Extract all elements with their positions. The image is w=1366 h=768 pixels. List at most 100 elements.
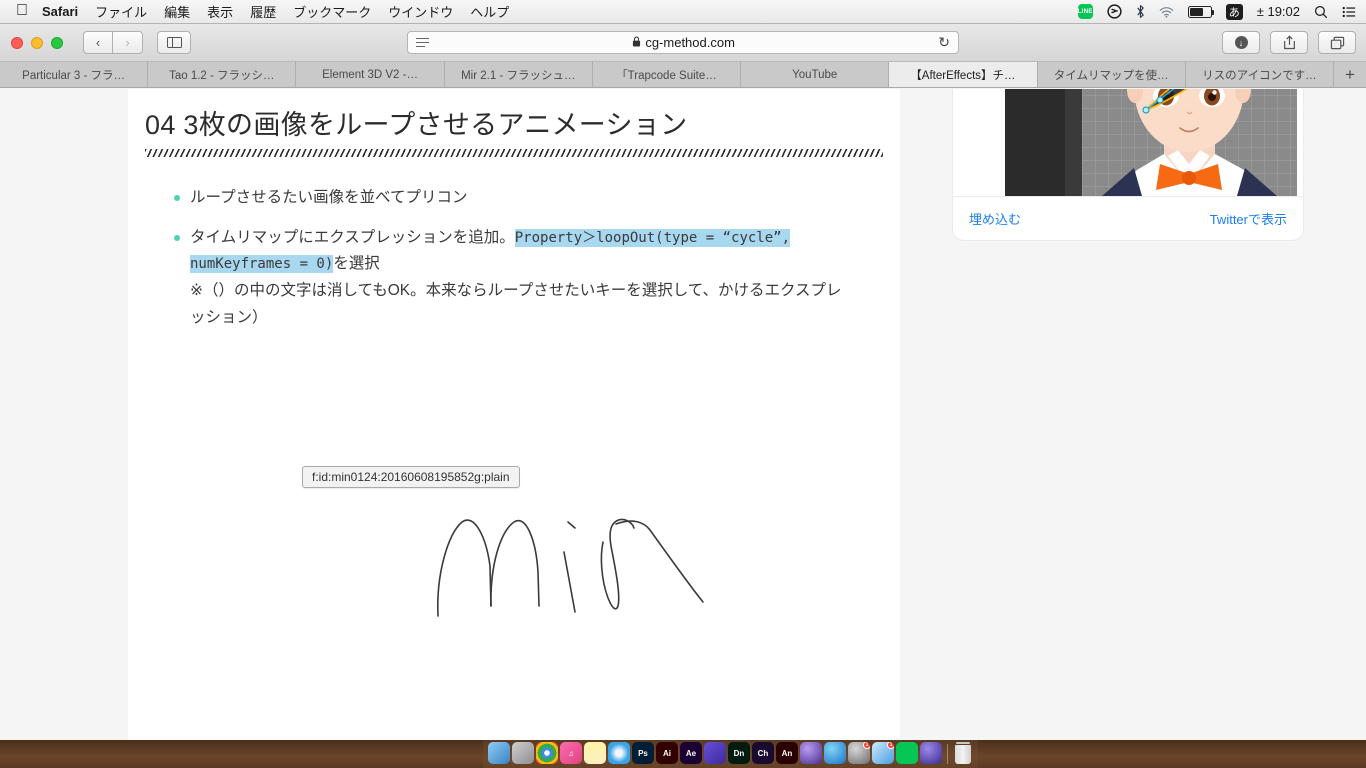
safari-window: ‹ › cg-method.com ↻ ↓ Particular 3 - フラ…… <box>0 24 1366 740</box>
dock: ♫ Ps Ai Ae Dn Ch An 1 1 <box>483 740 978 768</box>
twitter-card-image[interactable]: 試験的な、 独自的に描画した、中身的な。 毛束の 形状をより細 かく調整できる <box>953 89 1303 196</box>
downloads-button[interactable]: ↓ <box>1222 31 1260 54</box>
dock-item-label: Ps <box>638 748 648 758</box>
editor-left-panel <box>1005 89 1065 196</box>
address-bar-url-wrap: cg-method.com <box>429 35 938 50</box>
bluetooth-status-icon[interactable] <box>1136 4 1145 19</box>
menu-item-bookmarks[interactable]: ブックマーク <box>293 2 371 21</box>
twitter-embed-card: 試験的な、 独自的に描画した、中身的な。 毛束の 形状をより細 かく調整できる … <box>952 89 1304 241</box>
list-item-note: ※（）の中の文字は消してもOK。本来ならループさせたいキーを選択して、かけるエク… <box>190 281 842 326</box>
dock-item-finder[interactable] <box>488 742 510 764</box>
dock-item-illustrator[interactable]: Ai <box>656 742 678 764</box>
dock-item-premiere-alt[interactable] <box>704 742 726 764</box>
embed-link[interactable]: 埋め込む <box>969 209 1021 228</box>
apple-logo-icon[interactable]:  <box>16 2 28 19</box>
menu-item-safari[interactable]: Safari <box>42 4 78 19</box>
dock-item-label: ♫ <box>568 748 574 758</box>
reload-button[interactable]: ↻ <box>938 34 950 51</box>
section-heading-04: 04 3枚の画像をループさせるアニメーション <box>145 110 688 140</box>
menu-item-history[interactable]: 履歴 <box>250 2 276 21</box>
browser-tab[interactable]: Mir 2.1 - フラッシュ… <box>444 62 593 87</box>
dock-item-app-gray-orb[interactable]: 1 <box>848 742 870 764</box>
browser-tab[interactable]: Element 3D V2 -… <box>296 62 445 87</box>
window-traffic-lights <box>11 36 71 49</box>
menu-item-window[interactable]: ウインドウ <box>388 2 453 21</box>
sidebar-toggle-button[interactable] <box>157 31 191 54</box>
editor-canvas: 試験的な、 独自的に描画した、中身的な。 毛束の 形状をより細 かく調整できる <box>1082 89 1297 196</box>
twitter-card-footer: 埋め込む Twitterで表示 <box>953 196 1303 240</box>
wifi-status-icon[interactable] <box>1159 6 1174 18</box>
line-status-icon[interactable]: LINE <box>1077 4 1093 19</box>
dock-item-chrome[interactable] <box>536 742 558 764</box>
control-center-icon[interactable] <box>1342 6 1356 18</box>
minimize-window-button[interactable] <box>31 36 43 49</box>
dock-item-app-photo-blue[interactable]: 1 <box>872 742 894 764</box>
trash-can[interactable] <box>955 742 971 764</box>
dock-item-animate[interactable]: An <box>776 742 798 764</box>
list-item-text: タイムリマップにエクスプレッションを追加。 <box>190 228 515 246</box>
dock-item-launchpad[interactable] <box>512 742 534 764</box>
dock-item-app-blue-orb[interactable] <box>824 742 846 764</box>
browser-tab[interactable]: YouTube <box>741 62 890 87</box>
dock-item-line-app[interactable] <box>896 742 918 764</box>
back-button[interactable]: ‹ <box>83 31 113 54</box>
address-bar[interactable]: cg-method.com ↻ <box>407 31 959 54</box>
menu-item-edit[interactable]: 編集 <box>164 2 190 21</box>
reader-view-icon[interactable] <box>416 37 429 49</box>
browser-tab[interactable]: Tao 1.2 - フラッシ… <box>148 62 297 87</box>
article-column: 04 3枚の画像をループさせるアニメーション ループさせるたい画像を並べてプリコ… <box>128 89 900 740</box>
broken-image-alt-text: f:id:min0124:20160608195852g:plain <box>302 466 520 488</box>
battery-status-icon[interactable] <box>1187 5 1215 18</box>
browser-tab-active[interactable]: 【AfterEffects】チ… <box>889 62 1038 87</box>
dock-item-photoshop[interactable]: Ps <box>632 742 654 764</box>
browser-tab[interactable]: Particular 3 - フラ… <box>0 62 149 87</box>
creative-cloud-status-icon[interactable] <box>1107 4 1122 19</box>
menu-bar:  Safari ファイル 編集 表示 履歴 ブックマーク ウインドウ ヘルプ … <box>0 0 1366 24</box>
maximize-window-button[interactable] <box>51 36 63 49</box>
dock-item-app-violet-orb[interactable] <box>920 742 942 764</box>
menu-bar-status-area: LINE あ ± 19:02 <box>1064 3 1356 20</box>
sidebar-column: 試験的な、 独自的に描画した、中身的な。 毛束の 形状をより細 かく調整できる … <box>900 89 1366 740</box>
share-button[interactable] <box>1270 31 1308 54</box>
view-on-twitter-link[interactable]: Twitterで表示 <box>1210 209 1287 228</box>
menu-item-view[interactable]: 表示 <box>207 2 233 21</box>
dock-item-label: Ai <box>663 748 671 758</box>
menu-bar-clock[interactable]: ± 19:02 <box>1257 4 1300 19</box>
anime-character-illustration <box>1102 89 1277 196</box>
dock-item-safari[interactable] <box>608 742 630 764</box>
instruction-list: ループさせるたい画像を並べてプリコン タイムリマップにエクスプレッションを追加。… <box>174 185 854 331</box>
input-method-indicator[interactable]: あ <box>1225 3 1243 20</box>
tab-overview-button[interactable] <box>1318 31 1356 54</box>
browser-tab[interactable]: タイムリマップを使… <box>1037 62 1186 87</box>
handwritten-min-signature <box>436 518 704 617</box>
dock-item-app-purple-orb[interactable] <box>800 742 822 764</box>
dock-item-dimension[interactable]: Dn <box>728 742 750 764</box>
spotlight-search-icon[interactable] <box>1314 5 1328 19</box>
dock-item-label: Dn <box>733 748 745 758</box>
dock-item-character-animator[interactable]: Ch <box>752 742 774 764</box>
dock-item-after-effects[interactable]: Ae <box>680 742 702 764</box>
dock-separator <box>947 744 948 764</box>
address-bar-text[interactable]: cg-method.com <box>645 35 735 50</box>
sidebar-toggle-icon <box>166 37 182 48</box>
new-tab-button[interactable]: + <box>1333 62 1366 87</box>
menu-item-help[interactable]: ヘルプ <box>470 2 509 21</box>
heading-hatched-divider <box>145 148 883 157</box>
dock-item-notes[interactable] <box>584 742 606 764</box>
dock-badge: 1 <box>863 742 870 749</box>
web-page-viewport: 04 3枚の画像をループさせるアニメーション ループさせるたい画像を並べてプリコ… <box>0 89 1366 740</box>
hair-editor-screenshot: 試験的な、 独自的に描画した、中身的な。 毛束の 形状をより細 かく調整できる <box>1005 89 1297 196</box>
menu-item-file[interactable]: ファイル <box>95 2 147 21</box>
share-icon <box>1283 35 1295 50</box>
browser-tab[interactable]: 「Trapcode Suite… <box>592 62 742 87</box>
dock-item-itunes[interactable]: ♫ <box>560 742 582 764</box>
browser-tab[interactable]: リスのアイコンです… <box>1185 62 1334 87</box>
close-window-button[interactable] <box>11 36 23 49</box>
download-icon: ↓ <box>1234 36 1248 49</box>
secure-lock-icon <box>632 36 641 50</box>
tab-bar: Particular 3 - フラ… Tao 1.2 - フラッシ… Element… <box>0 62 1366 88</box>
list-item-text: ループさせるたい画像を並べてプリコン <box>190 189 468 206</box>
list-item-text-post: を選択 <box>333 255 380 273</box>
forward-button[interactable]: › <box>113 31 143 54</box>
tab-overview-icon <box>1330 36 1344 49</box>
